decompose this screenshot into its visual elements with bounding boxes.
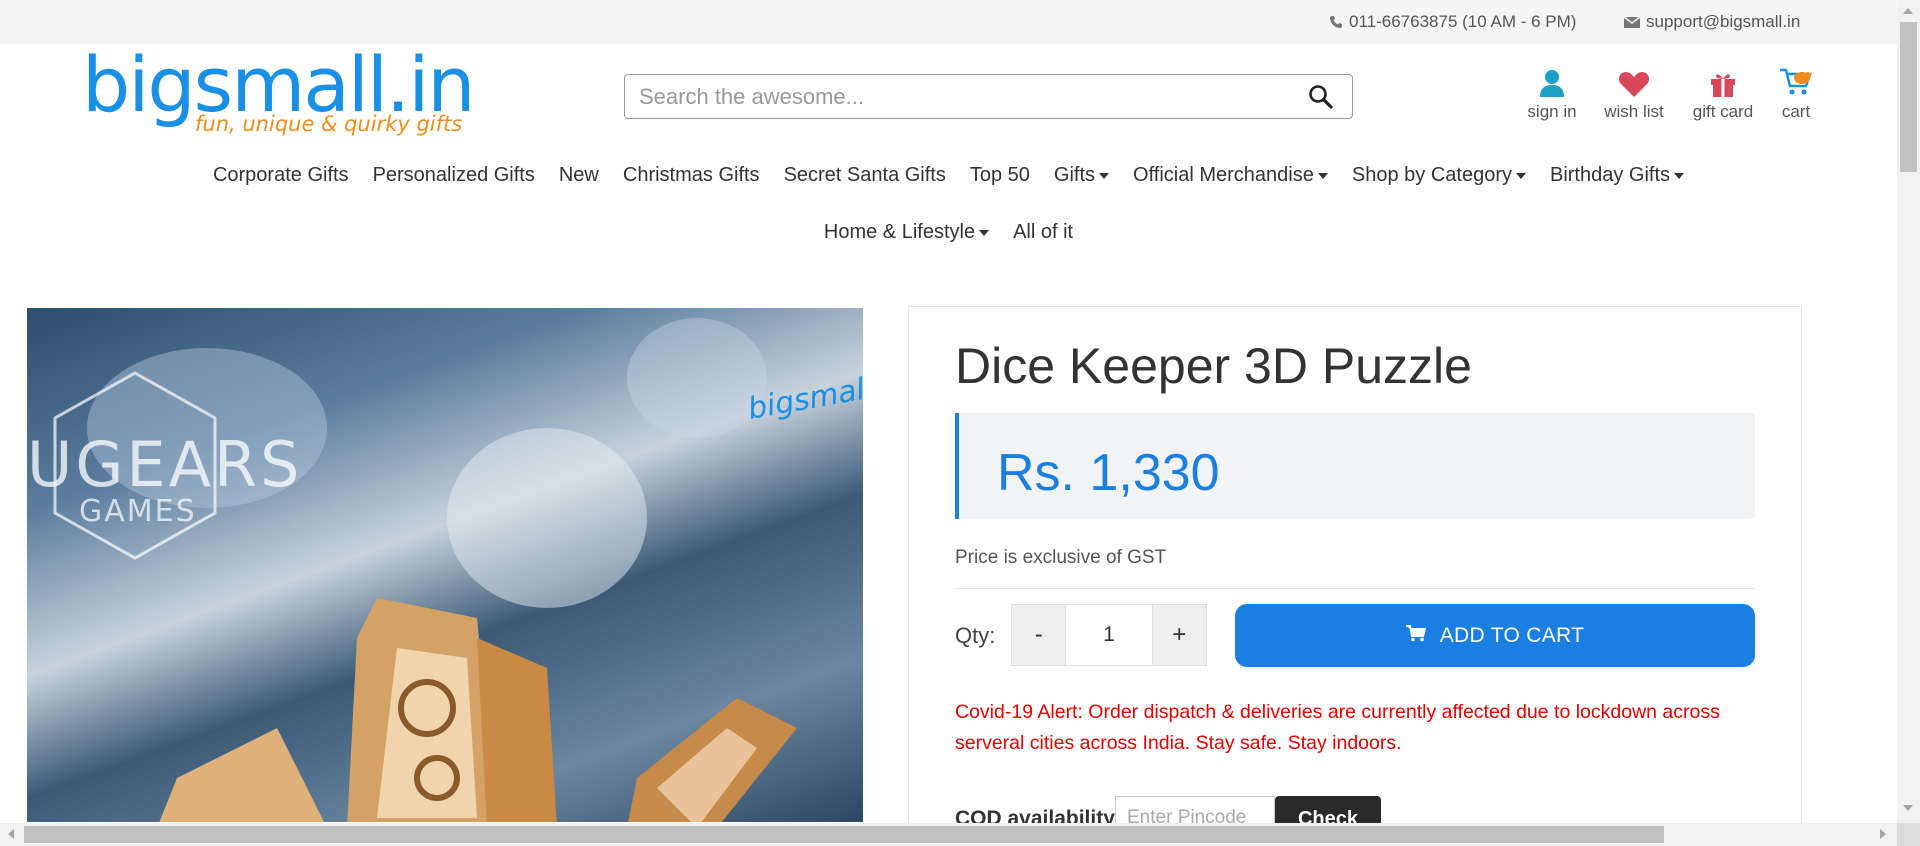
- nav-item[interactable]: Shop by Category: [1340, 164, 1538, 187]
- logo-tagline: fun, unique & quirky gifts: [195, 112, 463, 136]
- site-logo[interactable]: bigsmall.in fun, unique & quirky gifts: [82, 40, 475, 143]
- vertical-scrollbar[interactable]: [1897, 0, 1920, 823]
- scroll-down-arrow-icon[interactable]: [1903, 805, 1913, 811]
- nav-item[interactable]: Personalized Gifts: [361, 164, 547, 187]
- envelope-icon: [1624, 15, 1640, 29]
- page: 011-66763875 (10 AM - 6 PM) support@bigs…: [0, 0, 1920, 846]
- nav-item-label: Birthday Gifts: [1549, 164, 1671, 186]
- main-nav-row-2: Home & Lifestyle All of it: [0, 221, 1897, 244]
- image-brand-text: UGEARS: [27, 428, 303, 501]
- product-title: Dice Keeper 3D Puzzle: [955, 338, 1472, 394]
- user-icon: [1524, 66, 1580, 98]
- giftcard-label: gift card: [1692, 102, 1754, 121]
- covid-alert: Covid-19 Alert: Order dispatch & deliver…: [955, 701, 1720, 754]
- image-brand-sub: GAMES: [79, 494, 197, 529]
- image-bokeh: [627, 318, 767, 438]
- caret-down-icon: [979, 229, 990, 236]
- quantity-stepper: - 1 +: [1011, 604, 1207, 666]
- wishlist-link[interactable]: wish list: [1599, 66, 1669, 122]
- add-to-cart-button[interactable]: ADD TO CART: [1235, 604, 1755, 667]
- nav-item[interactable]: Secret Santa Gifts: [772, 164, 958, 187]
- nav-item-label: Personalized Gifts: [372, 164, 535, 186]
- nav-item-label: Christmas Gifts: [622, 164, 760, 186]
- qty-increase-button[interactable]: +: [1152, 605, 1206, 665]
- qty-label: Qty:: [955, 623, 996, 648]
- caret-down-icon: [1317, 172, 1328, 179]
- email-text: support@bigsmall.in: [1646, 12, 1801, 31]
- product-panel: Dice Keeper 3D Puzzle Rs. 1,330 Price is…: [908, 306, 1802, 846]
- phone-icon: [1329, 15, 1343, 29]
- scroll-up-arrow-icon[interactable]: [1903, 8, 1913, 14]
- nav-item-label: All of it: [1013, 221, 1074, 243]
- cart-link[interactable]: cart: [1776, 66, 1816, 122]
- signin-label: sign in: [1527, 102, 1577, 121]
- nav-item[interactable]: Corporate Gifts: [201, 164, 361, 187]
- heart-icon: [1599, 66, 1669, 98]
- nav-item-label: Shop by Category: [1351, 164, 1512, 186]
- product-price: Rs. 1,330: [997, 444, 1220, 502]
- giftcard-link[interactable]: gift card: [1688, 66, 1758, 122]
- cart-icon: [1776, 66, 1816, 98]
- nav-item[interactable]: Gifts: [1042, 164, 1121, 187]
- vertical-scroll-thumb[interactable]: [1900, 22, 1917, 172]
- cart-icon: [1405, 624, 1427, 648]
- phone-text: 011-66763875 (10 AM - 6 PM): [1349, 12, 1577, 31]
- nav-item-label: Top 50: [969, 164, 1030, 186]
- top-bar: 011-66763875 (10 AM - 6 PM) support@bigs…: [0, 0, 1897, 44]
- signin-link[interactable]: sign in: [1524, 66, 1580, 122]
- puzzle-illustration: [159, 598, 797, 822]
- nav-item-label: Official Merchandise: [1133, 164, 1314, 186]
- caret-down-icon: [1674, 172, 1685, 179]
- nav-item[interactable]: All of it: [1001, 221, 1085, 244]
- cart-label: cart: [1781, 102, 1811, 121]
- search-box: [624, 74, 1353, 119]
- caret-down-icon: [1099, 172, 1110, 179]
- scroll-right-arrow-icon[interactable]: [1880, 829, 1886, 839]
- add-to-cart-label: ADD TO CART: [1439, 623, 1585, 647]
- qty-input[interactable]: 1: [1065, 605, 1153, 665]
- nav-item[interactable]: Christmas Gifts: [611, 164, 772, 187]
- product-image[interactable]: UGEARS GAMES bigsmall.in: [27, 308, 863, 822]
- scroll-left-arrow-icon[interactable]: [8, 829, 14, 839]
- nav-item-label: Gifts: [1053, 164, 1096, 186]
- gift-icon: [1688, 66, 1758, 98]
- nav-item[interactable]: Home & Lifestyle: [812, 221, 1001, 244]
- nav-item-label: Secret Santa Gifts: [783, 164, 946, 186]
- price-box: Rs. 1,330: [955, 413, 1755, 519]
- nav-item[interactable]: Top 50: [958, 164, 1042, 187]
- nav-item-label: Home & Lifestyle: [823, 221, 976, 243]
- search-icon[interactable]: [1308, 84, 1334, 110]
- divider: [955, 588, 1755, 589]
- search-input[interactable]: [639, 75, 1279, 118]
- main-nav-row-1: Corporate Gifts Personalized Gifts New Chri…: [0, 164, 1897, 187]
- nav-item[interactable]: Official Merchandise: [1121, 164, 1340, 187]
- nav-item[interactable]: New: [547, 164, 611, 187]
- gst-note: Price is exclusive of GST: [955, 547, 1167, 568]
- horizontal-scrollbar[interactable]: [0, 823, 1897, 846]
- phone-contact[interactable]: 011-66763875 (10 AM - 6 PM): [1329, 12, 1576, 32]
- caret-down-icon: [1515, 172, 1526, 179]
- nav-item-label: New: [558, 164, 599, 186]
- qty-decrease-button[interactable]: -: [1012, 605, 1066, 665]
- wishlist-label: wish list: [1604, 102, 1664, 121]
- horizontal-scroll-thumb[interactable]: [24, 826, 1664, 843]
- nav-item-label: Corporate Gifts: [212, 164, 349, 186]
- nav-item[interactable]: Birthday Gifts: [1538, 164, 1696, 187]
- email-contact[interactable]: support@bigsmall.in: [1624, 12, 1800, 32]
- scrollbar-corner: [1897, 823, 1920, 846]
